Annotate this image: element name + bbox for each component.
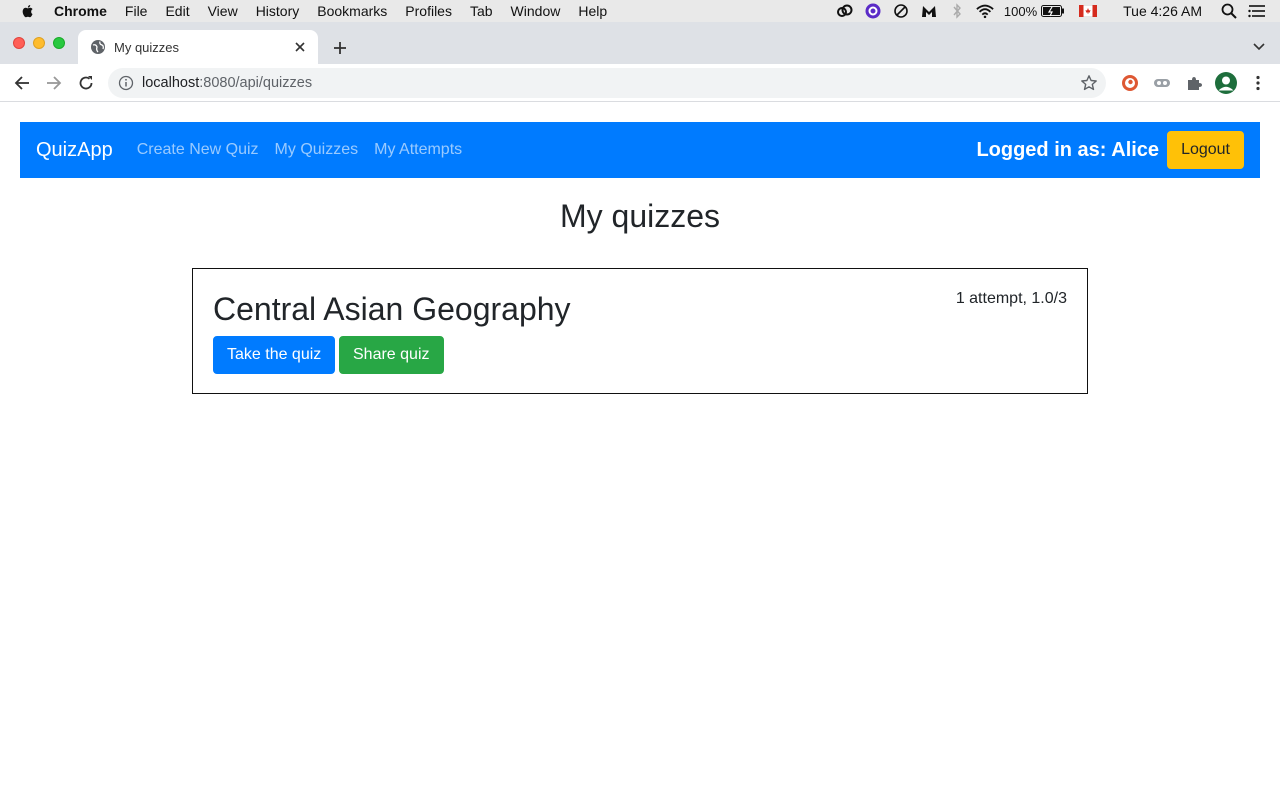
window-zoom-button[interactable]	[53, 37, 65, 49]
forward-arrow-icon[interactable]	[44, 73, 64, 93]
menu-app-name[interactable]: Chrome	[54, 3, 107, 19]
site-info-icon[interactable]	[118, 75, 134, 91]
macos-menu-bar: Chrome File Edit View History Bookmarks …	[0, 0, 1280, 22]
quiz-card: Central Asian Geography 1 attempt, 1.0/3…	[192, 268, 1088, 394]
apple-icon[interactable]	[20, 3, 36, 19]
window-close-button[interactable]	[13, 37, 25, 49]
malwarebytes-icon[interactable]	[920, 2, 938, 20]
navbar-user-area: Logged in as: Alice Logout	[976, 122, 1244, 178]
url-text[interactable]: localhost:8080/api/quizzes	[142, 75, 312, 91]
control-center-icon[interactable]	[1248, 2, 1266, 20]
menu-profiles[interactable]: Profiles	[405, 3, 452, 19]
share-quiz-button[interactable]: Share quiz	[339, 336, 444, 374]
logout-button[interactable]: Logout	[1167, 131, 1244, 169]
chrome-menu-kebab-icon[interactable]	[1248, 73, 1268, 93]
menu-bookmarks[interactable]: Bookmarks	[317, 3, 387, 19]
take-quiz-button[interactable]: Take the quiz	[213, 336, 336, 374]
duckduckgo-extension-icon[interactable]	[1120, 73, 1140, 93]
sync-icon[interactable]	[892, 2, 910, 20]
nav-link-my-attempts[interactable]: My Attempts	[374, 141, 462, 159]
page-title: My quizzes	[559, 198, 721, 234]
browser-tab-active[interactable]: My quizzes	[78, 30, 318, 64]
nav-link-create-new-quiz[interactable]: Create New Quiz	[137, 141, 259, 159]
battery-icon[interactable]	[1041, 2, 1065, 20]
link-extension-icon[interactable]	[1152, 73, 1172, 93]
menubar-clock[interactable]: Tue 4:26 AM	[1123, 3, 1202, 19]
url-path: :8080/api/quizzes	[199, 75, 313, 91]
menu-window[interactable]: Window	[511, 3, 561, 19]
url-host: localhost	[142, 75, 200, 91]
new-tab-plus-icon[interactable]	[330, 38, 350, 58]
profile-avatar-icon[interactable]	[1214, 71, 1238, 95]
browser-toolbar: localhost:8080/api/quizzes	[0, 64, 1280, 102]
extensions-puzzle-icon[interactable]	[1184, 73, 1204, 93]
wifi-icon[interactable]	[976, 2, 994, 20]
bookmark-star-icon[interactable]	[1080, 74, 1098, 92]
nav-link-my-quizzes[interactable]: My Quizzes	[275, 141, 359, 159]
quiz-title: Central Asian Geography	[213, 291, 571, 327]
address-bar[interactable]: localhost:8080/api/quizzes	[108, 68, 1106, 98]
menu-view[interactable]: View	[208, 3, 238, 19]
quiz-attempts-summary: 1 attempt, 1.0/3	[955, 290, 1067, 307]
input-source-flag-icon[interactable]	[1079, 2, 1098, 20]
close-tab-icon[interactable]	[292, 39, 308, 55]
globe-icon	[91, 40, 105, 54]
app-navbar: QuizApp Create New Quiz My Quizzes My At…	[20, 122, 1260, 178]
spotlight-search-icon[interactable]	[1220, 2, 1238, 20]
reload-icon[interactable]	[76, 73, 96, 93]
window-minimize-button[interactable]	[33, 37, 45, 49]
navbar-brand[interactable]: QuizApp	[36, 139, 113, 162]
menu-edit[interactable]: Edit	[165, 3, 189, 19]
back-arrow-icon[interactable]	[12, 73, 32, 93]
tab-search-chevron-icon[interactable]	[1252, 40, 1266, 54]
bluetooth-icon[interactable]	[948, 2, 966, 20]
logged-in-user-text: Logged in as: Alice	[976, 138, 1160, 161]
battery-percent: 100%	[1003, 3, 1038, 19]
menu-tab[interactable]: Tab	[470, 3, 493, 19]
menu-history[interactable]: History	[256, 3, 300, 19]
menu-file[interactable]: File	[125, 3, 148, 19]
creative-cloud-icon[interactable]	[836, 2, 854, 20]
browser-tab-strip: My quizzes	[0, 22, 1280, 64]
tab-title: My quizzes	[114, 39, 180, 55]
app-status-icon[interactable]	[864, 2, 882, 20]
menu-help[interactable]: Help	[578, 3, 607, 19]
